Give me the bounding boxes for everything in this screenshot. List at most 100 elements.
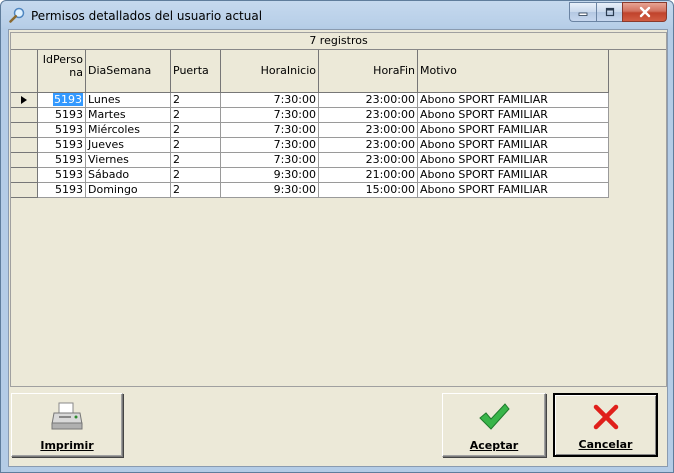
cell-inicio[interactable]: 7:30:00 (221, 93, 319, 108)
column-header-label: IdPersona (42, 53, 83, 79)
accept-button-label: Aceptar (469, 439, 519, 452)
cell-fin[interactable]: 15:00:00 (319, 183, 418, 198)
cell-dia[interactable]: Domingo (86, 183, 171, 198)
cancel-button[interactable]: Cancelar (553, 393, 658, 457)
cell-id[interactable]: 5193 (38, 183, 86, 198)
column-header-inicio[interactable]: HoraInicio (221, 50, 319, 93)
cell-dia[interactable]: Miércoles (86, 123, 171, 138)
cell-dia[interactable]: Sábado (86, 168, 171, 183)
column-header-label: Motivo (420, 64, 457, 77)
window-title: Permisos detallados del usuario actual (31, 9, 263, 23)
cell-text: 9:30:00 (273, 183, 316, 196)
row-indicator[interactable] (11, 138, 38, 153)
cell-text: 5193 (55, 123, 83, 136)
cell-motivo[interactable]: Abono SPORT FAMILIAR (418, 108, 609, 123)
column-header-label: Puerta (173, 64, 209, 77)
cell-inicio[interactable]: 7:30:00 (221, 123, 319, 138)
cell-text: 2 (173, 108, 180, 121)
cell-id[interactable]: 5193 (38, 93, 86, 108)
cell-puerta[interactable]: 2 (171, 138, 221, 153)
cell-text: 23:00:00 (365, 153, 415, 166)
cell-inicio[interactable]: 9:30:00 (221, 183, 319, 198)
close-button[interactable] (622, 2, 667, 22)
cell-text: 5193 (55, 108, 83, 121)
cell-text: 2 (173, 183, 180, 196)
row-indicator[interactable] (11, 153, 38, 168)
column-header-label: HoraInicio (260, 64, 316, 77)
cell-text: 21:00:00 (365, 168, 415, 181)
print-button[interactable]: Imprimir (11, 393, 123, 457)
print-button-label: Imprimir (40, 439, 94, 452)
cell-motivo[interactable]: Abono SPORT FAMILIAR (418, 138, 609, 153)
cell-id[interactable]: 5193 (38, 168, 86, 183)
cell-id[interactable]: 5193 (38, 138, 86, 153)
cell-text: 5193 (55, 138, 83, 151)
cell-text: Abono SPORT FAMILIAR (420, 108, 548, 121)
cancel-button-label: Cancelar (578, 438, 633, 451)
cell-fin[interactable]: 23:00:00 (319, 108, 418, 123)
title-bar[interactable]: Permisos detallados del usuario actual (1, 1, 673, 29)
checkmark-icon (479, 403, 510, 430)
cell-motivo[interactable]: Abono SPORT FAMILIAR (418, 123, 609, 138)
row-indicator[interactable] (11, 183, 38, 198)
cell-dia[interactable]: Jueves (86, 138, 171, 153)
cell-inicio[interactable]: 9:30:00 (221, 168, 319, 183)
cell-fin[interactable]: 21:00:00 (319, 168, 418, 183)
row-indicator[interactable] (11, 93, 38, 108)
cell-fin[interactable]: 23:00:00 (319, 93, 418, 108)
current-row-arrow-icon (21, 96, 27, 104)
cell-motivo[interactable]: Abono SPORT FAMILIAR (418, 168, 609, 183)
cell-text: Abono SPORT FAMILIAR (420, 93, 548, 106)
cell-puerta[interactable]: 2 (171, 93, 221, 108)
column-header-puerta[interactable]: Puerta (171, 50, 221, 93)
cell-text: 9:30:00 (273, 168, 316, 181)
cell-fin[interactable]: 23:00:00 (319, 123, 418, 138)
minimize-button[interactable] (569, 2, 596, 22)
cell-id[interactable]: 5193 (38, 123, 86, 138)
maximize-button[interactable] (596, 2, 622, 22)
cell-id[interactable]: 5193 (38, 108, 86, 123)
grid-caption: 7 registros (11, 33, 666, 50)
cell-inicio[interactable]: 7:30:00 (221, 153, 319, 168)
cell-puerta[interactable]: 2 (171, 183, 221, 198)
cell-text: 7:30:00 (273, 93, 316, 106)
cell-text: Abono SPORT FAMILIAR (420, 168, 548, 181)
cell-puerta[interactable]: 2 (171, 168, 221, 183)
cell-text: 5193 (55, 183, 83, 196)
cell-dia[interactable]: Viernes (86, 153, 171, 168)
cell-dia[interactable]: Martes (86, 108, 171, 123)
accept-button[interactable]: Aceptar (442, 393, 546, 457)
records-grid[interactable]: 7 registros IdPersona DiaSemana Puerta Hora… (10, 32, 667, 387)
minimize-icon (578, 12, 588, 16)
cell-puerta[interactable]: 2 (171, 153, 221, 168)
row-indicator[interactable] (11, 108, 38, 123)
cell-puerta[interactable]: 2 (171, 108, 221, 123)
cell-text: 7:30:00 (273, 123, 316, 136)
cell-dia[interactable]: Lunes (86, 93, 171, 108)
column-header-dia[interactable]: DiaSemana (86, 50, 171, 93)
close-icon (639, 6, 650, 18)
cell-fin[interactable]: 23:00:00 (319, 153, 418, 168)
cell-inicio[interactable]: 7:30:00 (221, 138, 319, 153)
cell-text: 2 (173, 168, 180, 181)
row-indicator[interactable] (11, 123, 38, 138)
cell-text: Martes (88, 108, 126, 121)
cell-text: 7:30:00 (273, 108, 316, 121)
column-header-fin[interactable]: HoraFin (319, 50, 418, 93)
cell-text: Jueves (88, 138, 124, 151)
cell-motivo[interactable]: Abono SPORT FAMILIAR (418, 93, 609, 108)
column-header-id[interactable]: IdPersona (38, 50, 86, 93)
cell-puerta[interactable]: 2 (171, 123, 221, 138)
column-header-motivo[interactable]: Motivo (418, 50, 609, 93)
cell-text: Abono SPORT FAMILIAR (420, 183, 548, 196)
cell-inicio[interactable]: 7:30:00 (221, 108, 319, 123)
cell-text: Miércoles (88, 123, 140, 136)
cell-motivo[interactable]: Abono SPORT FAMILIAR (418, 183, 609, 198)
cell-text: 7:30:00 (273, 153, 316, 166)
cell-motivo[interactable]: Abono SPORT FAMILIAR (418, 153, 609, 168)
cell-fin[interactable]: 23:00:00 (319, 138, 418, 153)
cell-id[interactable]: 5193 (38, 153, 86, 168)
cell-text: 23:00:00 (365, 138, 415, 151)
row-indicator[interactable] (11, 168, 38, 183)
cell-text: Domingo (88, 183, 138, 196)
